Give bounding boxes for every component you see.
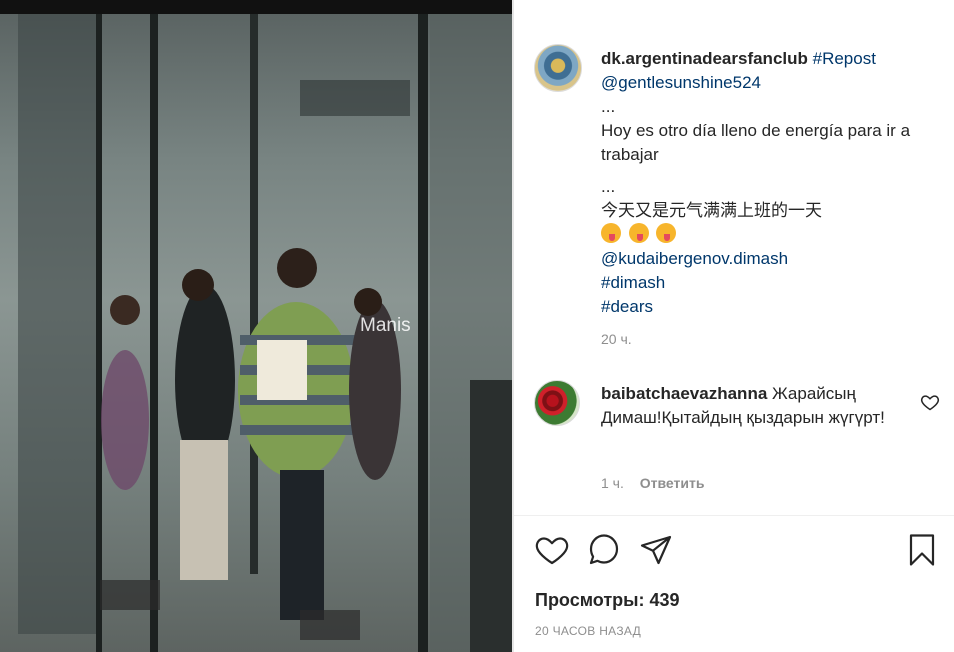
- kissing-face-icon: [628, 223, 649, 243]
- commenter-username[interactable]: baibatchaevazhanna: [601, 384, 767, 403]
- repost-hashtag[interactable]: #Repost: [813, 49, 876, 68]
- views-number: 439: [649, 590, 680, 610]
- comment-time: 1 ч.: [601, 475, 624, 491]
- views-count: Просмотры: 439: [535, 590, 680, 611]
- caption-spanish-text: Hoy es otro día lleno de energía para ir…: [601, 121, 911, 164]
- bookmark-icon[interactable]: [904, 532, 940, 568]
- hashtag-link[interactable]: #dimash: [601, 271, 946, 295]
- comment-icon[interactable]: [586, 532, 622, 568]
- post-video[interactable]: Manis: [0, 0, 512, 652]
- caption-ellipsis: ...: [601, 97, 616, 116]
- mention-link[interactable]: @kudaibergenov.dimash: [601, 247, 946, 271]
- commenter-avatar[interactable]: [534, 380, 580, 426]
- emoji-row: [601, 223, 946, 247]
- action-bar: [534, 532, 944, 570]
- caption-ellipsis: ...: [601, 177, 616, 196]
- actions-divider: [514, 515, 954, 516]
- post-detail-panel: dk.argentinadearsfanclub #Repost @gentle…: [514, 0, 954, 652]
- author-avatar[interactable]: [534, 44, 582, 92]
- post-timestamp[interactable]: 20 ЧАСОВ НАЗАД: [535, 624, 641, 638]
- comment-item: baibatchaevazhanna Жарайсың Димаш!Қытайд…: [601, 382, 911, 430]
- views-label: Просмотры:: [535, 590, 645, 610]
- heart-icon[interactable]: [534, 532, 570, 568]
- post-time[interactable]: 20 ч.: [601, 331, 632, 347]
- comment-meta: 1 ч. Ответить: [601, 475, 704, 491]
- video-frame-illustration: [0, 0, 512, 652]
- post-caption: dk.argentinadearsfanclub #Repost @gentle…: [601, 47, 946, 319]
- kissing-face-icon: [601, 223, 621, 243]
- author-username[interactable]: dk.argentinadearsfanclub: [601, 49, 808, 68]
- caption-chinese-text: 今天又是元气满满上班的一天: [601, 201, 822, 220]
- comment-like-heart-icon[interactable]: [920, 392, 940, 412]
- video-watermark: Manis: [360, 315, 411, 336]
- hashtag-link[interactable]: #dears: [601, 295, 946, 319]
- reply-button[interactable]: Ответить: [640, 475, 705, 491]
- repost-user-mention[interactable]: @gentlesunshine524: [601, 71, 946, 95]
- paper-plane-icon[interactable]: [638, 532, 674, 568]
- kissing-face-icon: [656, 223, 677, 243]
